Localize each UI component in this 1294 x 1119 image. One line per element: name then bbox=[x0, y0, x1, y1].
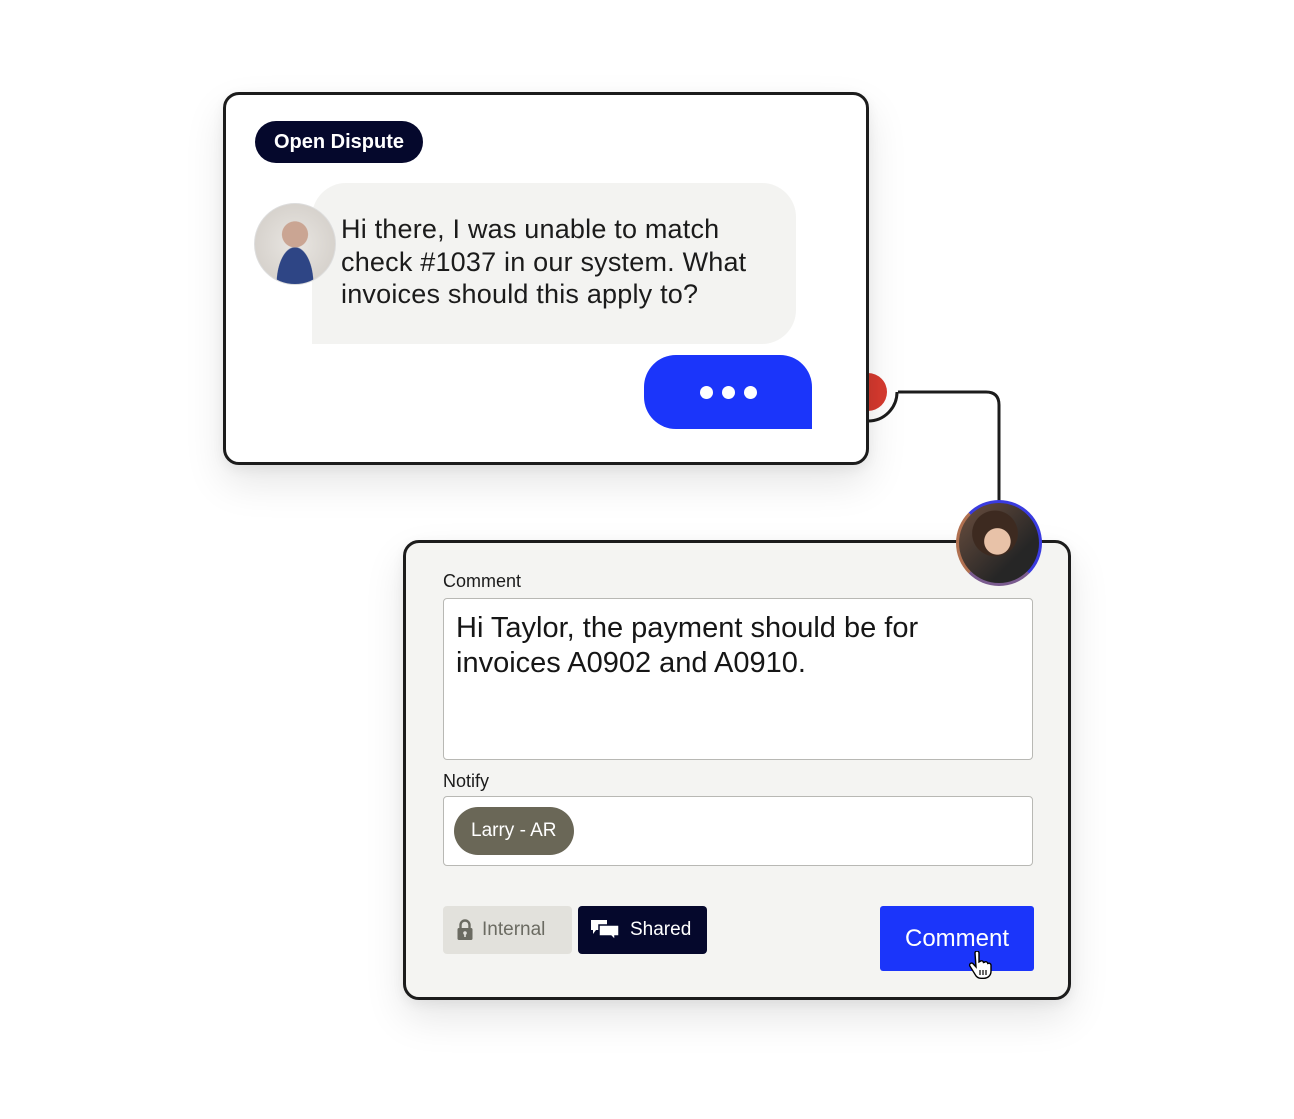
notify-label: Notify bbox=[443, 771, 490, 791]
internal-label: Internal bbox=[482, 919, 546, 940]
dispute-card: Open Dispute Hi there, I was unable to m… bbox=[223, 92, 869, 465]
submit-comment-button[interactable]: Comment bbox=[880, 906, 1034, 971]
typing-dot bbox=[743, 385, 757, 399]
comment-card: Comment Hi Taylor, the payment should be… bbox=[403, 540, 1071, 1000]
typing-indicator bbox=[644, 355, 812, 429]
agent-avatar bbox=[956, 500, 1042, 586]
notify-input[interactable]: Larry - AR bbox=[443, 796, 1033, 866]
typing-dot bbox=[699, 385, 713, 399]
notify-chip[interactable]: Larry - AR bbox=[454, 807, 574, 855]
shared-label: Shared bbox=[630, 919, 692, 940]
comment-textarea[interactable]: Hi Taylor, the payment should be for inv… bbox=[443, 598, 1033, 760]
hand-pointer-icon bbox=[968, 951, 992, 979]
chat-bubbles-icon bbox=[591, 920, 620, 941]
customer-avatar bbox=[254, 203, 336, 285]
open-dispute-badge: Open Dispute bbox=[255, 121, 424, 163]
shared-toggle-button[interactable]: Shared bbox=[578, 906, 707, 954]
comment-label: Comment bbox=[443, 571, 522, 591]
customer-message-bubble: Hi there, I was unable to match check #1… bbox=[312, 183, 796, 344]
lock-icon bbox=[457, 919, 473, 940]
typing-dot bbox=[721, 385, 735, 399]
internal-toggle-button[interactable]: Internal bbox=[443, 906, 572, 954]
